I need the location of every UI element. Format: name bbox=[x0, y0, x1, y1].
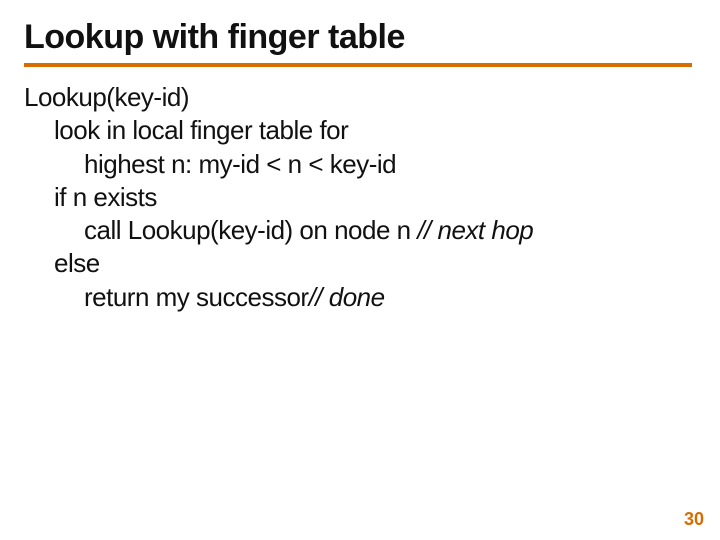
algo-line-5-comment: // next hop bbox=[417, 215, 533, 245]
algo-line-7: return my successor// done bbox=[24, 281, 696, 314]
algo-line-5-text: call Lookup(key-id) on node n bbox=[84, 215, 417, 245]
algo-line-7-text: return my successor bbox=[84, 282, 309, 312]
slide: Lookup with finger table Lookup(key-id) … bbox=[0, 0, 720, 314]
page-number: 30 bbox=[684, 509, 704, 530]
algo-line-5: call Lookup(key-id) on node n // next ho… bbox=[24, 214, 696, 247]
algo-line-3: highest n: my-id < n < key-id bbox=[24, 148, 696, 181]
title-underline bbox=[24, 63, 692, 67]
algo-line-4: if n exists bbox=[24, 181, 696, 214]
slide-title: Lookup with finger table bbox=[24, 18, 696, 57]
algorithm-block: Lookup(key-id) look in local finger tabl… bbox=[24, 81, 696, 314]
algo-line-7-comment: // done bbox=[309, 282, 385, 312]
algo-line-6: else bbox=[24, 247, 696, 280]
algo-line-2: look in local finger table for bbox=[24, 114, 696, 147]
algo-line-1: Lookup(key-id) bbox=[24, 81, 696, 114]
